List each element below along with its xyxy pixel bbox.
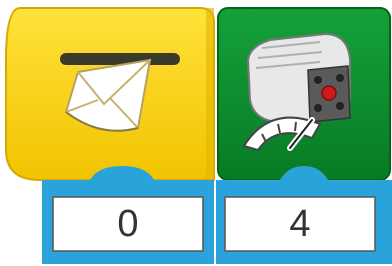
message-block-edge xyxy=(206,8,214,180)
message-slot xyxy=(60,53,180,65)
block-canvas: 0 4 xyxy=(0,0,392,266)
motor-speed-input-field[interactable]: 4 xyxy=(225,197,375,251)
message-input-field[interactable]: 0 xyxy=(53,197,203,251)
